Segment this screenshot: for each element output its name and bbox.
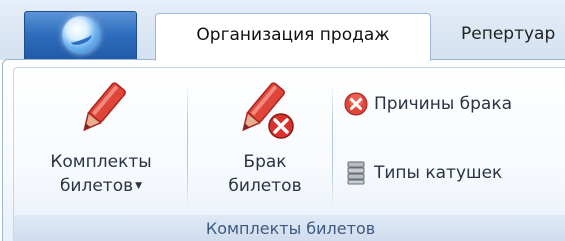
ticket-sets-label-line2: билетов [59, 176, 134, 196]
red-pen-delete-icon [242, 82, 294, 139]
tab-sales-organization[interactable]: Организация продаж [155, 13, 431, 61]
ribbon-group-ticket-sets: Комплекты билетов ▼ Брак билетов Причины… [13, 67, 565, 241]
defect-reasons-button[interactable]: Причины брака [344, 89, 559, 119]
ticket-sets-button[interactable]: Комплекты билетов ▼ [34, 78, 168, 198]
ribbon-separator [332, 84, 333, 209]
red-pen-icon [83, 82, 126, 132]
ribbon-separator [187, 84, 188, 209]
reel-stack-icon [347, 161, 365, 185]
app-orb-icon [62, 16, 100, 54]
defect-reasons-label: Причины брака [374, 94, 513, 114]
application-menu-button[interactable] [24, 11, 137, 63]
ribbon-panel: Комплекты билетов ▼ Брак билетов Причины… [2, 59, 565, 241]
defect-tickets-label-line1: Брак [243, 152, 287, 172]
defect-tickets-label-line2: билетов [228, 176, 302, 196]
ticket-sets-label-line1: Комплекты [50, 152, 152, 172]
defect-tickets-button[interactable]: Брак билетов [207, 78, 323, 198]
tab-repertoire[interactable]: Репертуар [461, 13, 565, 61]
ribbon-tab-strip: Организация продаж Репертуар [0, 0, 565, 63]
ribbon-group-label: Комплекты билетов [14, 215, 565, 241]
reel-types-button[interactable]: Типы катушек [344, 158, 544, 188]
red-x-circle-icon [344, 92, 368, 116]
chevron-down-icon: ▼ [135, 181, 143, 191]
reel-types-label: Типы катушек [374, 163, 503, 183]
